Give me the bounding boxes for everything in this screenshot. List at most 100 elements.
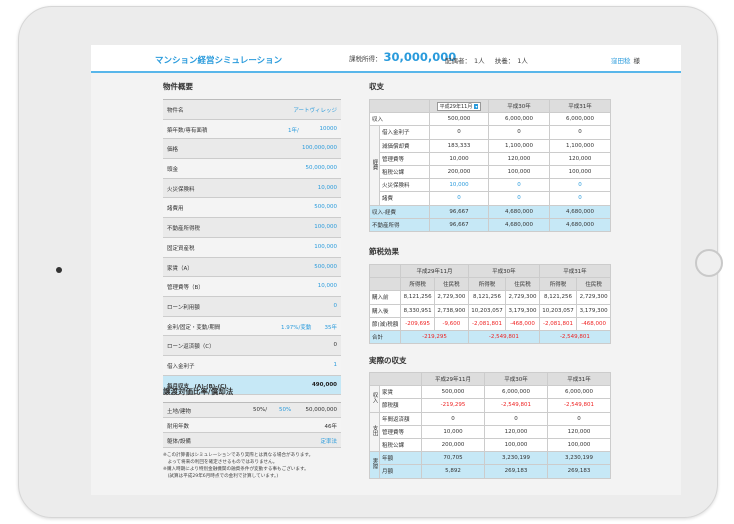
table-row: 支出 年間返済額 0 0 0 — [369, 411, 611, 453]
cell-actual-sum-rows-1-label: 月額 — [379, 464, 422, 479]
cell-property-mgmt-value[interactable]: 10,000 — [318, 283, 337, 289]
cell-notes-0: ※この計算書はシミュレーションであり実際とは異なる場合があります。 — [163, 453, 314, 458]
cell-property-area-value[interactable]: 10000 — [320, 126, 338, 132]
camera — [56, 267, 62, 273]
depr-row-method: 躯体/設備 定率法 — [163, 433, 341, 448]
depr-row-life: 耐用年数 46年 — [163, 418, 341, 433]
cell-property-acq-value[interactable]: 100,000 — [314, 224, 337, 230]
cell-property-acq-label: 不動産所得税 — [167, 226, 201, 233]
cell-income-rows-0-values-2: 6,000,000 — [549, 112, 611, 127]
cell-income-rows-3-values-2: 120,000 — [549, 151, 611, 166]
table-row: 不動産所得 96,667 4,680,000 4,680,000 — [369, 217, 611, 232]
actual-table: 平成29年11月 平成30年 平成31年 収入 家賃 500,000 6,000,000 6… — [369, 371, 611, 479]
home-button[interactable] — [695, 249, 723, 277]
cell-income-rows-1-label: 借入金利子 — [379, 125, 430, 140]
cell-property-rate-value[interactable]: 1.97%/変動 — [281, 323, 311, 331]
cell-tax-rows-2-values-4: -2,081,801 — [538, 316, 578, 331]
cell-income-rows-3-values-1: 120,000 — [488, 151, 550, 166]
property-row-acq: 不動産所得税 100,000 — [163, 218, 341, 238]
cell-income-rows-6-values-1[interactable]: 0 — [488, 191, 550, 206]
cell-actual-expense-side: 支出 — [371, 425, 378, 437]
cell-income-rows-6-values-0[interactable]: 0 — [429, 191, 489, 206]
cell-income-rows-0-values-0: 500,000 — [429, 112, 489, 127]
property-row-rate: 金利/固定・変動/期間 1.97%/変動 35年 — [163, 316, 341, 337]
cell-notes-1: よって将来の利回を確定させるものではありません。 — [163, 460, 278, 465]
cell-actual-sum-rows-1-values-2: 269,183 — [547, 464, 611, 479]
cell-income-rows-1-values-2: 0 — [549, 125, 611, 140]
cell-actual-sum-rows-0-label: 年額 — [379, 451, 422, 466]
dependents-label: 扶養： — [494, 57, 515, 65]
cell-depr-bldg-pct[interactable]: 50% — [279, 407, 291, 413]
table-row: 節(減)税額 -209,695 -9,600 -2,081,801 -468,000 -2… — [368, 316, 611, 331]
cell-property-interest-label: 借入金利子 — [167, 363, 195, 370]
cell-property-monthly-value: 490,000 — [311, 381, 337, 388]
cell-depr-life-label: 耐用年数 — [167, 424, 190, 430]
cell-tax-totals-0: -219,295 — [400, 329, 469, 345]
cell-income-rows-4-values-0: 200,000 — [429, 164, 489, 180]
cell-income-rows-4-label: 租税公課 — [379, 164, 430, 180]
cell-property-age-value: 1年/ — [288, 127, 299, 134]
property-row-loan: ローン利用額 0 — [163, 296, 341, 317]
cell-property-price-value[interactable]: 100,000,000 — [302, 145, 337, 151]
cell-property-fire-value[interactable]: 10,000 — [318, 185, 337, 191]
cell-actual-income-side: 収入 — [371, 392, 378, 404]
property-row-fixed: 固定資産税 100,000 — [163, 237, 341, 258]
period-select[interactable]: 平成29年11月 ▾ — [436, 101, 482, 111]
cell-actual-sum-rows-0-values-1: 3,230,199 — [484, 451, 548, 466]
property-row-misc: 諸費用 500,000 — [163, 198, 341, 219]
taxable-income: 課税所得： 30,000,000 — [349, 50, 456, 64]
income-table: 平成29年11月 ▾ 平成30年 平成31年 収入 500,000 6,000,000… — [369, 98, 611, 232]
cell-property-down-value[interactable]: 50,000,000 — [306, 165, 338, 171]
cell-property-rate-label: 金利/固定・変動/期間 — [167, 324, 221, 331]
cell-income-rows-3-values-0: 10,000 — [429, 151, 489, 166]
cell-tax-rows-2-values-1: -9,600 — [434, 316, 469, 331]
cell-depr-method-value[interactable]: 定率法 — [320, 437, 337, 445]
cell-property-rent-value[interactable]: 500,000 — [314, 264, 337, 270]
cell-tax-sub-1: 住民税 — [434, 277, 469, 292]
app-header: マンション経営シミュレーション 課税所得： 30,000,000 配偶者： 1人 扶… — [91, 45, 681, 73]
cell-tax-sub-1: 住民税 — [576, 277, 611, 292]
cell-property-loan-use-value[interactable]: 0 — [334, 303, 338, 309]
cell-notes-2: ※購入時期により特別金融機関の融資条件が変動する事もございます。 — [163, 467, 309, 472]
cell-income-rows-5-values-1[interactable]: 0 — [488, 178, 550, 193]
cell-income-expense-side: 経費 — [371, 158, 378, 170]
property-row-price: 価格 100,000,000 — [163, 139, 341, 160]
cell-income-rows-6-values-2[interactable]: 0 — [549, 191, 611, 206]
property-row-age: 築年数/専有面積 1年/10000 — [163, 119, 341, 140]
honorific: 様 — [633, 57, 641, 65]
cell-tax-sub-0: 所得税 — [400, 277, 436, 292]
cell-tax-rows-1-values-5: 3,179,300 — [576, 303, 611, 318]
cell-property-misc-value[interactable]: 500,000 — [314, 204, 337, 210]
cell-income-rows-1-values-1: 0 — [488, 125, 550, 140]
property-table: 物件名 アートヴィレッジ 築年数/専有面積 1年/10000 価格 100,000,0… — [163, 99, 341, 396]
cell-property-rate-years[interactable]: 35年 — [325, 323, 338, 331]
cell-property-fixed-value[interactable]: 100,000 — [314, 244, 337, 250]
cell-actual-expense-rows-0-label: 年間返済額 — [379, 411, 422, 426]
cell-income-rows-5-values-0[interactable]: 10,000 — [429, 178, 489, 193]
cell-actual-cols-1: 平成30年 — [484, 371, 548, 387]
cell-actual-sum-rows-1-values-1: 269,183 — [484, 464, 548, 479]
property-name-link[interactable]: アートヴィレッジ — [293, 106, 337, 114]
cell-tax-totals-2: -2,549,801 — [538, 329, 612, 345]
cell-property-interest-value[interactable]: 1 — [334, 362, 338, 368]
cell-property-down-label: 頭金 — [167, 167, 179, 174]
depr-section-title: 譲渡対価比率/償却法 — [163, 387, 234, 396]
cell-tax-rows-2-values-3: -468,000 — [505, 316, 540, 331]
cell-property-fire-label: 火災保険料 — [167, 186, 195, 193]
cell-property-repay-value: 0 — [333, 342, 338, 349]
family-info: 配偶者： 1人 扶養： 1人 — [445, 55, 536, 65]
cell-income-rows-5-values-2[interactable]: 0 — [549, 178, 611, 193]
cell-actual-expense-rows-1-values-1: 120,000 — [484, 424, 548, 439]
cell-tax-rows-0-values-4: 8,121,256 — [538, 290, 578, 305]
cell-income-cols-0: 平成30年 — [488, 98, 550, 114]
cell-income-rows-0-label: 収入 — [369, 112, 430, 127]
cell-actual-expense-rows-1-values-0: 10,000 — [421, 424, 485, 439]
cell-income-rows-5-label: 火災保険料 — [379, 178, 430, 193]
property-row-fire: 火災保険料 10,000 — [163, 178, 341, 199]
cell-income-sum-rows-1-values-2: 4,680,000 — [549, 217, 611, 232]
cell-tax-sub-0: 所得税 — [538, 277, 578, 292]
tax-table: 平成29年11月 平成30年 平成31年 所得税 住民税 所得税 住民税 所得税 住民税 購入… — [368, 263, 612, 345]
spouse-value: 1人 — [474, 57, 485, 65]
cell-income-sum-rows-1-values-1: 4,680,000 — [488, 217, 550, 232]
cell-tax-years-0: 平成29年11月 — [400, 263, 469, 279]
